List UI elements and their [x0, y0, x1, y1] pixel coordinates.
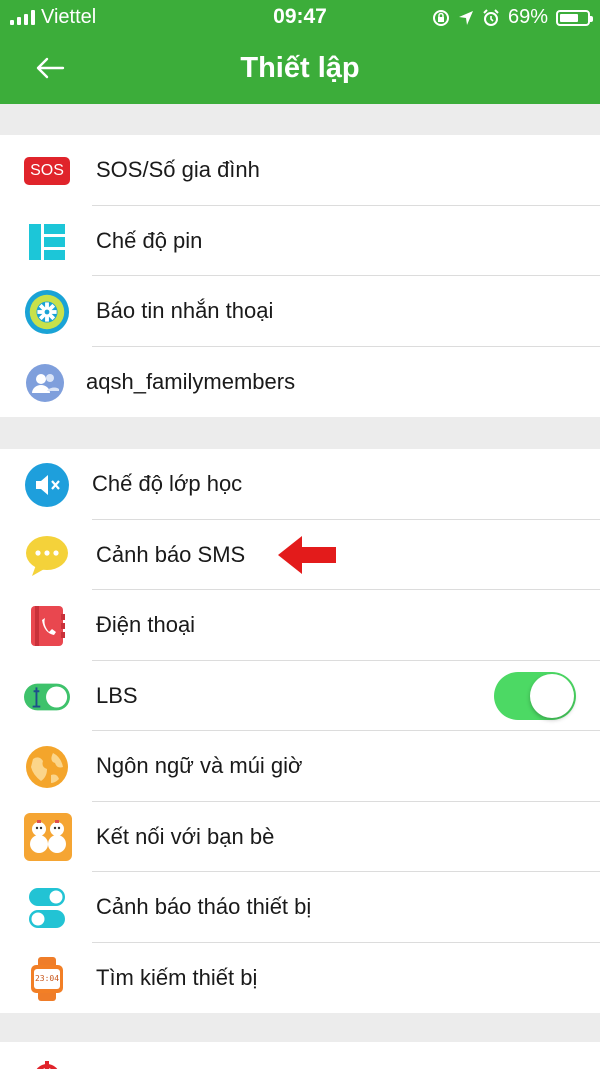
settings-item-language-timezone[interactable]: Ngôn ngữ và múi giờ	[0, 731, 600, 802]
settings-item-label: aqsh_familymembers	[86, 368, 296, 394]
status-bar: Viettel 09:47 69%	[0, 0, 600, 34]
chat-bubble-icon	[24, 533, 70, 579]
settings-item-phone[interactable]: Điện thoại	[0, 590, 600, 661]
settings-item-family-members[interactable]: aqsh_familymembers	[0, 347, 600, 418]
speaker-mute-icon	[24, 462, 70, 508]
status-right: 69%	[432, 6, 593, 29]
app-header: Viettel 09:47 69% Thiết lập	[0, 0, 600, 104]
battery-icon	[556, 9, 593, 26]
watch-icon: 23:04	[24, 956, 70, 1002]
settings-item-label: LBS	[96, 682, 138, 708]
sos-icon: SOS	[24, 148, 70, 194]
location-icon	[458, 10, 473, 25]
settings-item-label: Báo tin nhắn thoại	[96, 298, 274, 323]
settings-group-1: SOS SOS/Số gia đình Chế độ pin Báo tin n…	[0, 135, 600, 417]
settings-item-voice-message-alert[interactable]: Báo tin nhắn thoại	[0, 276, 600, 347]
settings-item-class-mode[interactable]: Chế độ lớp học	[0, 449, 600, 520]
settings-item-label: Cảnh báo tháo thiết bị	[96, 894, 312, 919]
gear-icon	[24, 289, 70, 335]
settings-item-sos[interactable]: SOS SOS/Số gia đình	[0, 135, 600, 206]
alarm-icon	[483, 8, 499, 26]
settings-item-find-device[interactable]: 23:04 Tìm kiếm thiết bị	[0, 943, 600, 1014]
settings-item-device-removal-alert[interactable]: Cảnh báo tháo thiết bị	[0, 872, 600, 943]
settings-group-3	[0, 1042, 600, 1069]
page-title: Thiết lập	[240, 52, 360, 84]
battery-mode-icon	[24, 219, 70, 265]
sos-icon-text: SOS	[24, 157, 70, 185]
battery-percent: 69%	[507, 6, 548, 28]
watch-face-text: 23:04	[34, 968, 60, 989]
settings-item-label: Tìm kiếm thiết bị	[96, 964, 258, 990]
annotation-arrow-icon	[278, 536, 336, 574]
settings-item-label: Điện thoại	[96, 612, 196, 637]
toggle-knob	[530, 673, 574, 718]
settings-item-label: SOS/Số gia đình	[96, 157, 260, 182]
settings-item-label: Cảnh báo SMS	[96, 541, 246, 567]
phonebook-icon	[24, 603, 70, 649]
settings-item-label: Ngôn ngữ và múi giờ	[96, 753, 303, 778]
nav-bar: Thiết lập	[0, 34, 600, 104]
settings-item-label: Chế độ pin	[96, 227, 203, 253]
settings-item-battery-mode[interactable]: Chế độ pin	[0, 206, 600, 276]
switches-icon	[24, 885, 70, 931]
screen-lock-icon	[432, 9, 449, 26]
lbs-toggle-switch[interactable]	[494, 671, 576, 720]
power-icon	[32, 1060, 62, 1069]
settings-item-label: Chế độ lớp học	[92, 471, 243, 496]
snowmen-friends-icon	[24, 812, 72, 861]
globe-icon	[24, 744, 70, 790]
settings-item-connect-friends[interactable]: Kết nối với bạn bè	[0, 802, 600, 872]
lbs-toggle-icon	[24, 674, 70, 720]
family-members-icon	[22, 360, 68, 406]
settings-item-lbs[interactable]: LBS	[0, 661, 600, 731]
settings-item-label: Kết nối với bạn bè	[96, 823, 275, 849]
battery-fill	[560, 13, 578, 22]
